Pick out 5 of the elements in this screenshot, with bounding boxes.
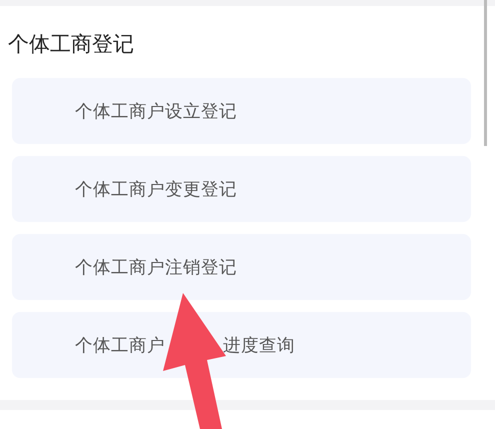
- list-item[interactable]: 个体工商户变更登记: [12, 156, 471, 222]
- section-title: 个体工商登记: [8, 31, 135, 58]
- list-item[interactable]: 个体工商户 进度查询: [12, 312, 471, 378]
- list-item[interactable]: 个体工商户设立登记: [12, 78, 471, 144]
- list-item[interactable]: 个体工商户注销登记: [12, 234, 471, 300]
